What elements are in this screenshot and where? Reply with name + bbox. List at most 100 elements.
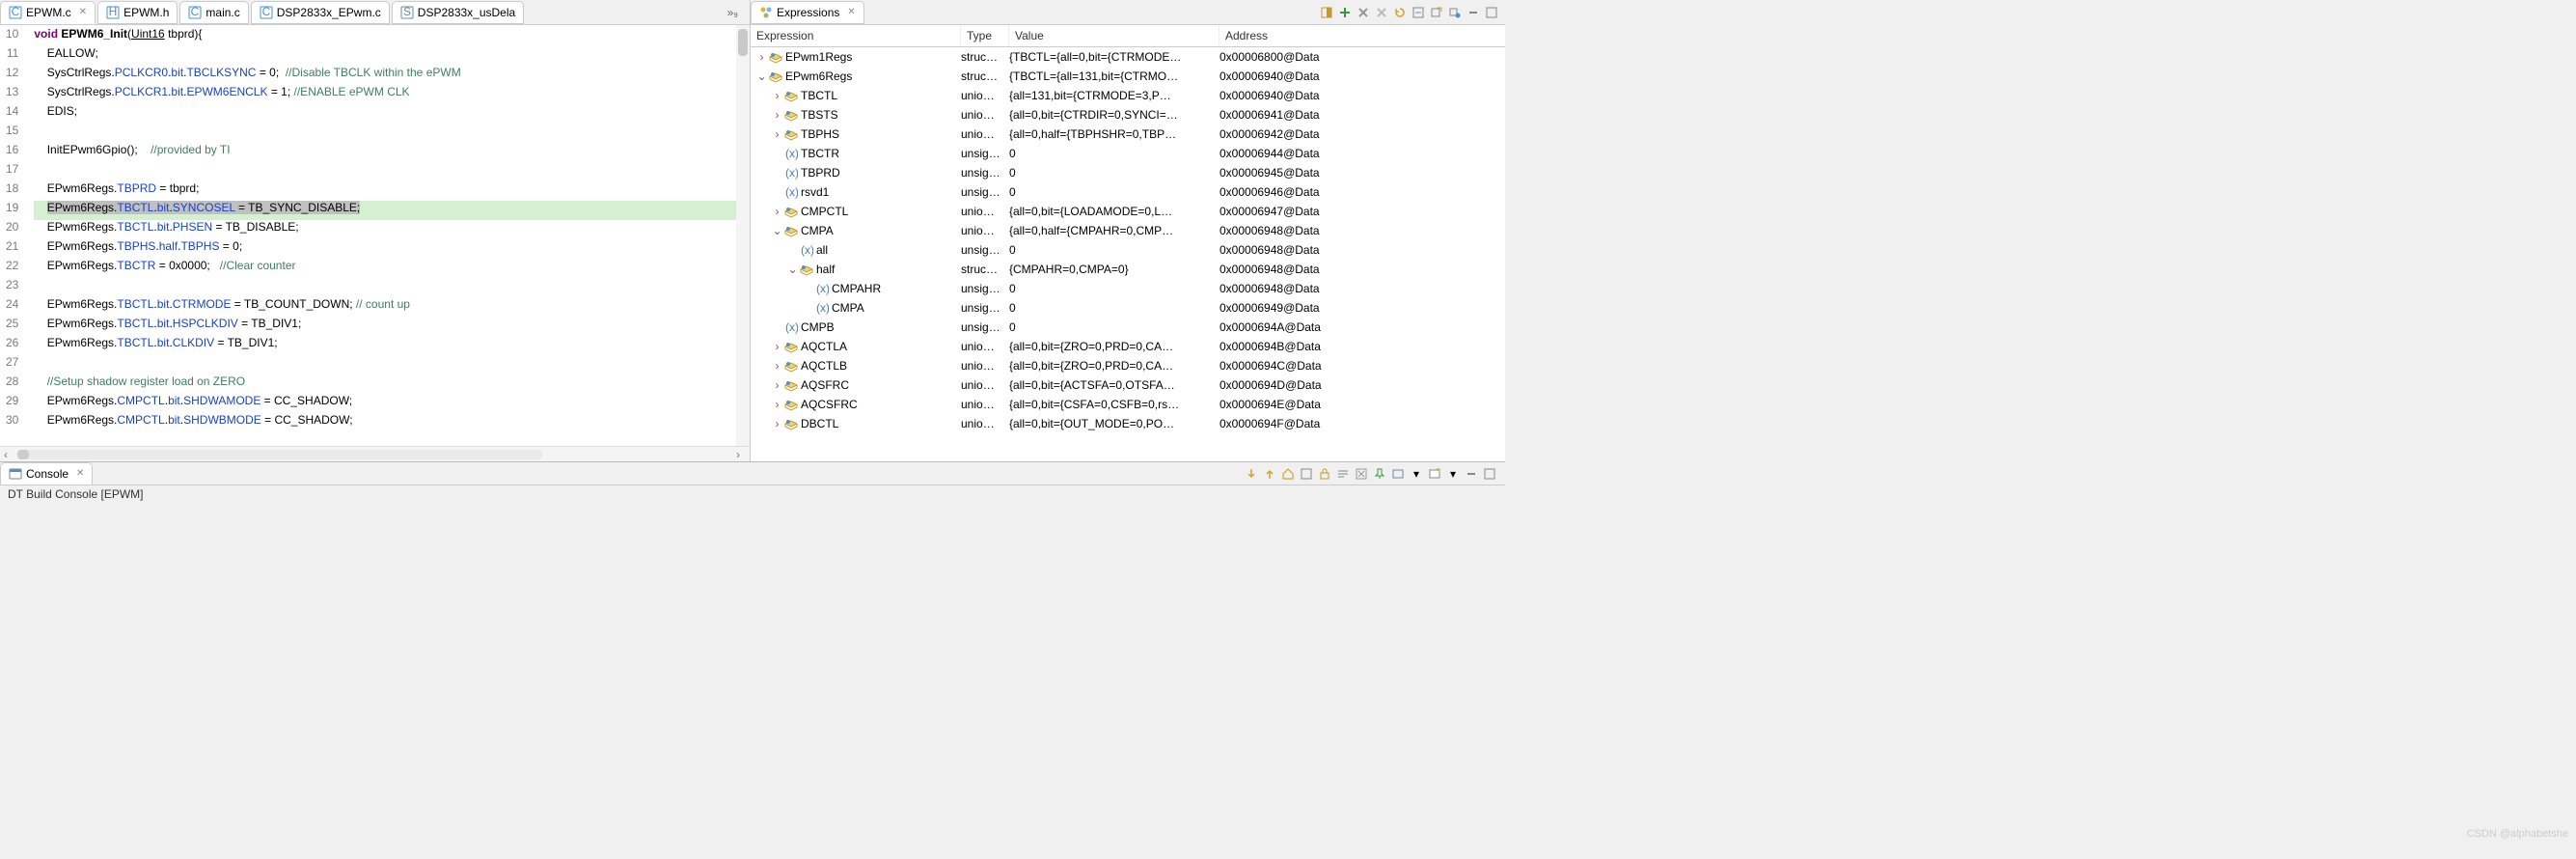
- collapse-all-icon[interactable]: [1411, 5, 1426, 20]
- code-line[interactable]: [34, 355, 736, 374]
- display-selected-icon[interactable]: [1299, 466, 1314, 482]
- home-icon[interactable]: [1280, 466, 1296, 482]
- code-line[interactable]: SysCtrlRegs.PCLKCR0.bit.TBCLKSYNC = 0; /…: [34, 66, 736, 85]
- expression-row[interactable]: › TBPHS unio… {all=0,half={TBPHSHR=0,TBP…: [751, 125, 1505, 144]
- twisty-icon[interactable]: ›: [772, 110, 782, 121]
- expression-row[interactable]: › EPwm1Regs struc… {TBCTL={all=0,bit={CT…: [751, 47, 1505, 67]
- editor-tab[interactable]: CDSP2833x_EPwm.c: [251, 1, 390, 24]
- minimize-icon[interactable]: [1464, 466, 1479, 482]
- editor-tab[interactable]: Cmain.c: [179, 1, 248, 24]
- vertical-scrollbar[interactable]: [736, 25, 750, 446]
- twisty-icon[interactable]: ›: [772, 91, 782, 101]
- editor-tab[interactable]: HEPWM.h: [97, 1, 178, 24]
- editor-tab[interactable]: CEPWM.c✕: [0, 1, 96, 24]
- expressions-tree[interactable]: › EPwm1Regs struc… {TBCTL={all=0,bit={CT…: [751, 47, 1505, 461]
- arrow-up-icon[interactable]: [1262, 466, 1277, 482]
- twisty-icon[interactable]: ⌄: [772, 226, 782, 236]
- arrow-down-icon[interactable]: [1244, 466, 1259, 482]
- code-line[interactable]: SysCtrlRegs.PCLKCR1.bit.EPWM6ENCLK = 1; …: [34, 85, 736, 104]
- expression-row[interactable]: › AQCTLA unio… {all=0,bit={ZRO=0,PRD=0,C…: [751, 337, 1505, 356]
- code-line[interactable]: EPwm6Regs.TBCTL.bit.PHSEN = TB_DISABLE;: [34, 220, 736, 239]
- code-line[interactable]: void EPWM6_Init(Uint16 tbprd){: [34, 27, 736, 46]
- expression-row[interactable]: › CMPCTL unio… {all=0,bit={LOADAMODE=0,L…: [751, 202, 1505, 221]
- code-line[interactable]: EPwm6Regs.TBCTR = 0x0000; //Clear counte…: [34, 259, 736, 278]
- expression-row[interactable]: (x)= CMPB unsig… 0 0x0000694A@Data: [751, 318, 1505, 337]
- code-editor[interactable]: void EPWM6_Init(Uint16 tbprd){ EALLOW; S…: [26, 25, 736, 446]
- expression-row[interactable]: › DBCTL unio… {all=0,bit={OUT_MODE=0,PO……: [751, 414, 1505, 433]
- scroll-left-icon[interactable]: ‹: [0, 448, 12, 461]
- horizontal-scrollbar[interactable]: ‹ ›: [0, 446, 750, 461]
- expression-row[interactable]: ⌄ half struc… {CMPAHR=0,CMPA=0} 0x000069…: [751, 260, 1505, 279]
- clear-icon[interactable]: [1354, 466, 1369, 482]
- new-view-icon[interactable]: [1429, 5, 1444, 20]
- remove-all-icon[interactable]: [1374, 5, 1389, 20]
- twisty-icon[interactable]: [787, 245, 798, 256]
- code-line[interactable]: EDIS;: [34, 104, 736, 124]
- editor-tab[interactable]: SDSP2833x_usDela: [392, 1, 524, 24]
- twisty-icon[interactable]: [772, 187, 782, 198]
- twisty-icon[interactable]: ›: [756, 52, 767, 63]
- expression-row[interactable]: ⌄ EPwm6Regs struc… {TBCTL={all=131,bit={…: [751, 67, 1505, 86]
- more-tabs-icon[interactable]: »₉: [722, 6, 744, 19]
- code-line[interactable]: [34, 162, 736, 181]
- expression-row[interactable]: (x)= TBPRD unsig… 0 0x00006945@Data: [751, 163, 1505, 182]
- maximize-icon[interactable]: [1484, 5, 1499, 20]
- vertical-scrollbar-thumb[interactable]: [738, 29, 748, 56]
- column-expression[interactable]: Expression: [751, 25, 961, 46]
- twisty-icon[interactable]: ›: [772, 400, 782, 410]
- twisty-icon[interactable]: ›: [772, 361, 782, 372]
- minimize-icon[interactable]: [1466, 5, 1481, 20]
- twisty-icon[interactable]: [772, 168, 782, 179]
- code-line[interactable]: //Setup shadow register load on ZERO: [34, 374, 736, 394]
- scroll-right-icon[interactable]: ›: [732, 448, 744, 461]
- expression-row[interactable]: › TBCTL unio… {all=131,bit={CTRMODE=3,P……: [751, 86, 1505, 105]
- twisty-icon[interactable]: ›: [772, 380, 782, 391]
- expression-row[interactable]: › AQCTLB unio… {all=0,bit={ZRO=0,PRD=0,C…: [751, 356, 1505, 375]
- close-icon[interactable]: ✕: [76, 468, 84, 479]
- expression-row[interactable]: (x)= CMPA unsig… 0 0x00006949@Data: [751, 298, 1505, 318]
- expressions-tab[interactable]: Expressions ✕: [751, 1, 864, 24]
- remove-icon[interactable]: [1356, 5, 1371, 20]
- code-line[interactable]: EPwm6Regs.TBCTL.bit.SYNCOSEL = TB_SYNC_D…: [34, 201, 736, 220]
- column-value[interactable]: Value: [1009, 25, 1219, 46]
- twisty-icon[interactable]: [772, 322, 782, 333]
- wrap-icon[interactable]: [1335, 466, 1351, 482]
- console-tab[interactable]: Console ✕: [0, 462, 93, 485]
- code-line[interactable]: EALLOW;: [34, 46, 736, 66]
- horizontal-scrollbar-thumb[interactable]: [17, 450, 29, 459]
- twisty-icon[interactable]: ⌄: [787, 264, 798, 275]
- twisty-icon[interactable]: [803, 303, 813, 314]
- expression-row[interactable]: › AQSFRC unio… {all=0,bit={ACTSFA=0,OTSF…: [751, 375, 1505, 395]
- code-line[interactable]: EPwm6Regs.TBCTL.bit.CLKDIV = TB_DIV1;: [34, 336, 736, 355]
- twisty-icon[interactable]: ›: [772, 207, 782, 217]
- add-expression-icon[interactable]: [1337, 5, 1353, 20]
- column-address[interactable]: Address: [1219, 25, 1505, 46]
- expression-row[interactable]: › AQCSFRC unio… {all=0,bit={CSFA=0,CSFB=…: [751, 395, 1505, 414]
- code-line[interactable]: [34, 124, 736, 143]
- dropdown-icon[interactable]: ▾: [1409, 466, 1424, 482]
- expression-row[interactable]: (x)= TBCTR unsig… 0 0x00006944@Data: [751, 144, 1505, 163]
- expression-row[interactable]: (x)= CMPAHR unsig… 0 0x00006948@Data: [751, 279, 1505, 298]
- code-line[interactable]: [34, 278, 736, 297]
- open-console-icon[interactable]: [1427, 466, 1442, 482]
- code-line[interactable]: EPwm6Regs.TBPHS.half.TBPHS = 0;: [34, 239, 736, 259]
- code-line[interactable]: EPwm6Regs.TBPRD = tbprd;: [34, 181, 736, 201]
- close-icon[interactable]: ✕: [847, 7, 855, 17]
- lock-icon[interactable]: [1317, 466, 1332, 482]
- pin-console-icon[interactable]: [1372, 466, 1387, 482]
- expression-row[interactable]: (x)= rsvd1 unsig… 0 0x00006946@Data: [751, 182, 1505, 202]
- pin-icon[interactable]: [1447, 5, 1463, 20]
- column-type[interactable]: Type: [961, 25, 1009, 46]
- twisty-icon[interactable]: ›: [772, 342, 782, 352]
- code-line[interactable]: EPwm6Regs.CMPCTL.bit.SHDWBMODE = CC_SHAD…: [34, 413, 736, 432]
- code-line[interactable]: EPwm6Regs.TBCTL.bit.HSPCLKDIV = TB_DIV1;: [34, 317, 736, 336]
- twisty-icon[interactable]: ›: [772, 129, 782, 140]
- twisty-icon[interactable]: [803, 284, 813, 294]
- expression-row[interactable]: ⌄ CMPA unio… {all=0,half={CMPAHR=0,CMP… …: [751, 221, 1505, 240]
- console-view-icon[interactable]: [1390, 466, 1406, 482]
- code-line[interactable]: EPwm6Regs.CMPCTL.bit.SHDWAMODE = CC_SHAD…: [34, 394, 736, 413]
- code-line[interactable]: InitEPwm6Gpio(); //provided by TI: [34, 143, 736, 162]
- maximize-icon[interactable]: [1482, 466, 1497, 482]
- close-icon[interactable]: ✕: [79, 7, 87, 17]
- expression-row[interactable]: (x)= all unsig… 0 0x00006948@Data: [751, 240, 1505, 260]
